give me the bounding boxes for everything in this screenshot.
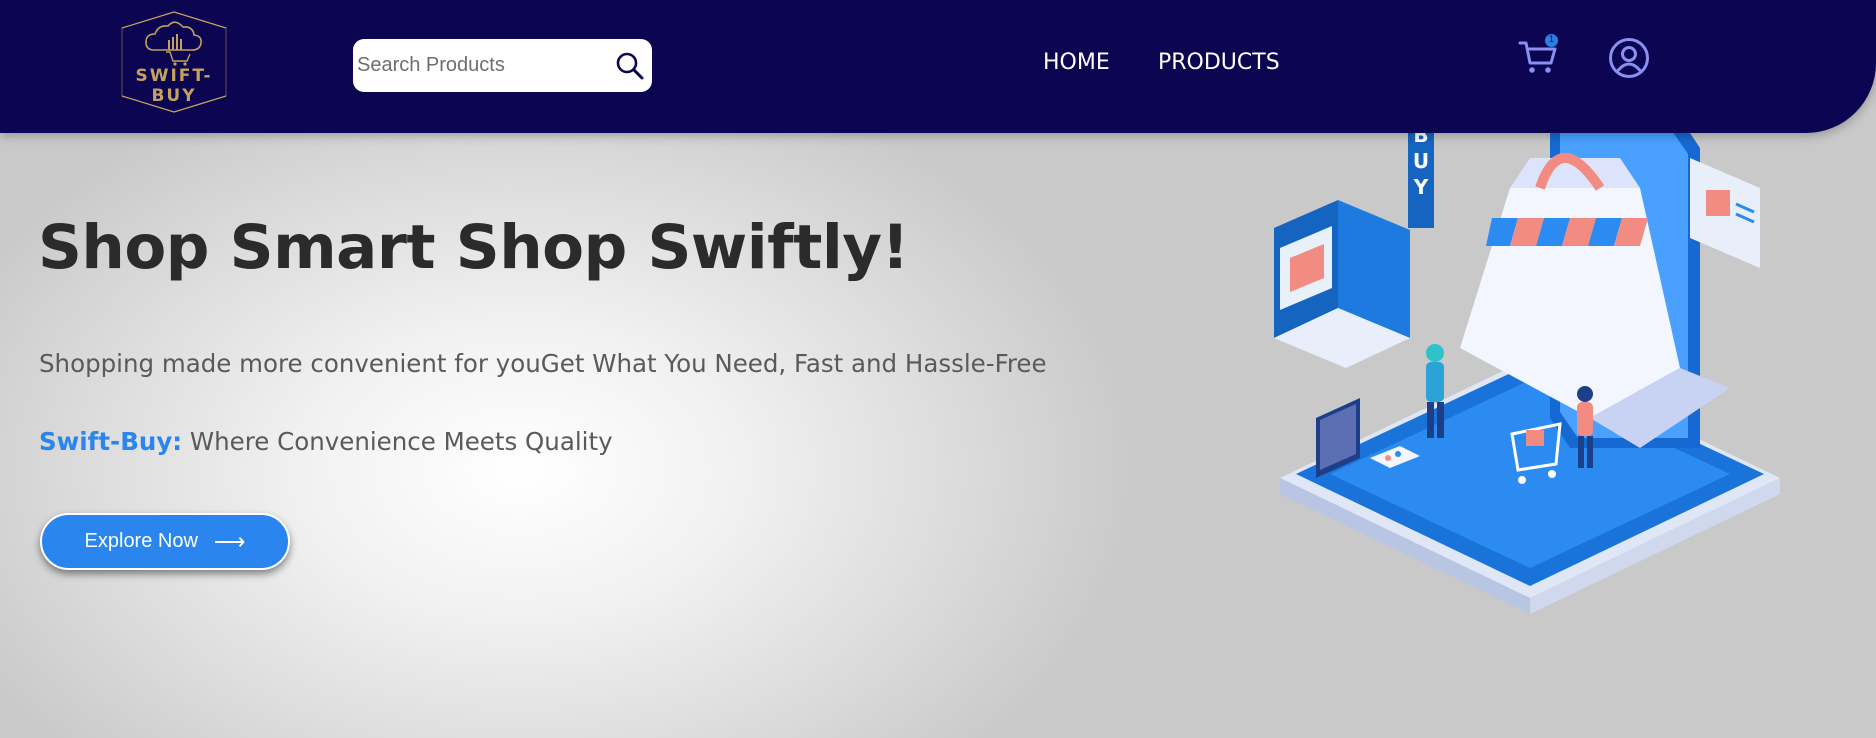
tagline-text: Where Convenience Meets Quality <box>182 427 613 456</box>
hero-title: Shop Smart Shop Swiftly! <box>38 212 909 283</box>
nav-home-link[interactable]: HOME <box>1043 50 1110 75</box>
brand-name: Swift-Buy: <box>39 427 183 456</box>
hero-description: Shopping made more convenient for youGet… <box>39 349 1047 378</box>
search-icon[interactable] <box>615 51 645 81</box>
cart-button[interactable]: 1 <box>1518 34 1562 81</box>
buy-sign-letter-u: U <box>1413 149 1429 173</box>
shopping-illustration: B U Y <box>1274 118 1780 614</box>
search-bar <box>353 39 652 92</box>
nav-products-link[interactable]: PRODUCTS <box>1158 50 1280 75</box>
top-navbar: SWIFT-BUY HOME PRODUCTS 1 <box>0 0 1876 133</box>
explore-now-button[interactable]: Explore Now ⟶ <box>40 513 290 570</box>
hero-tagline: Swift-Buy: Where Convenience Meets Quali… <box>39 422 613 461</box>
buy-sign-letter-y: Y <box>1413 175 1429 199</box>
arrow-right-icon: ⟶ <box>213 528 246 554</box>
explore-now-label: Explore Now <box>84 530 198 552</box>
swift-buy-logo[interactable]: SWIFT-BUY <box>114 10 234 114</box>
search-input[interactable] <box>357 48 597 82</box>
user-account-button[interactable] <box>1608 37 1650 79</box>
cart-count-badge: 1 <box>1545 34 1558 47</box>
logo-text: SWIFT-BUY <box>135 66 213 106</box>
user-circle-icon <box>1609 38 1649 78</box>
